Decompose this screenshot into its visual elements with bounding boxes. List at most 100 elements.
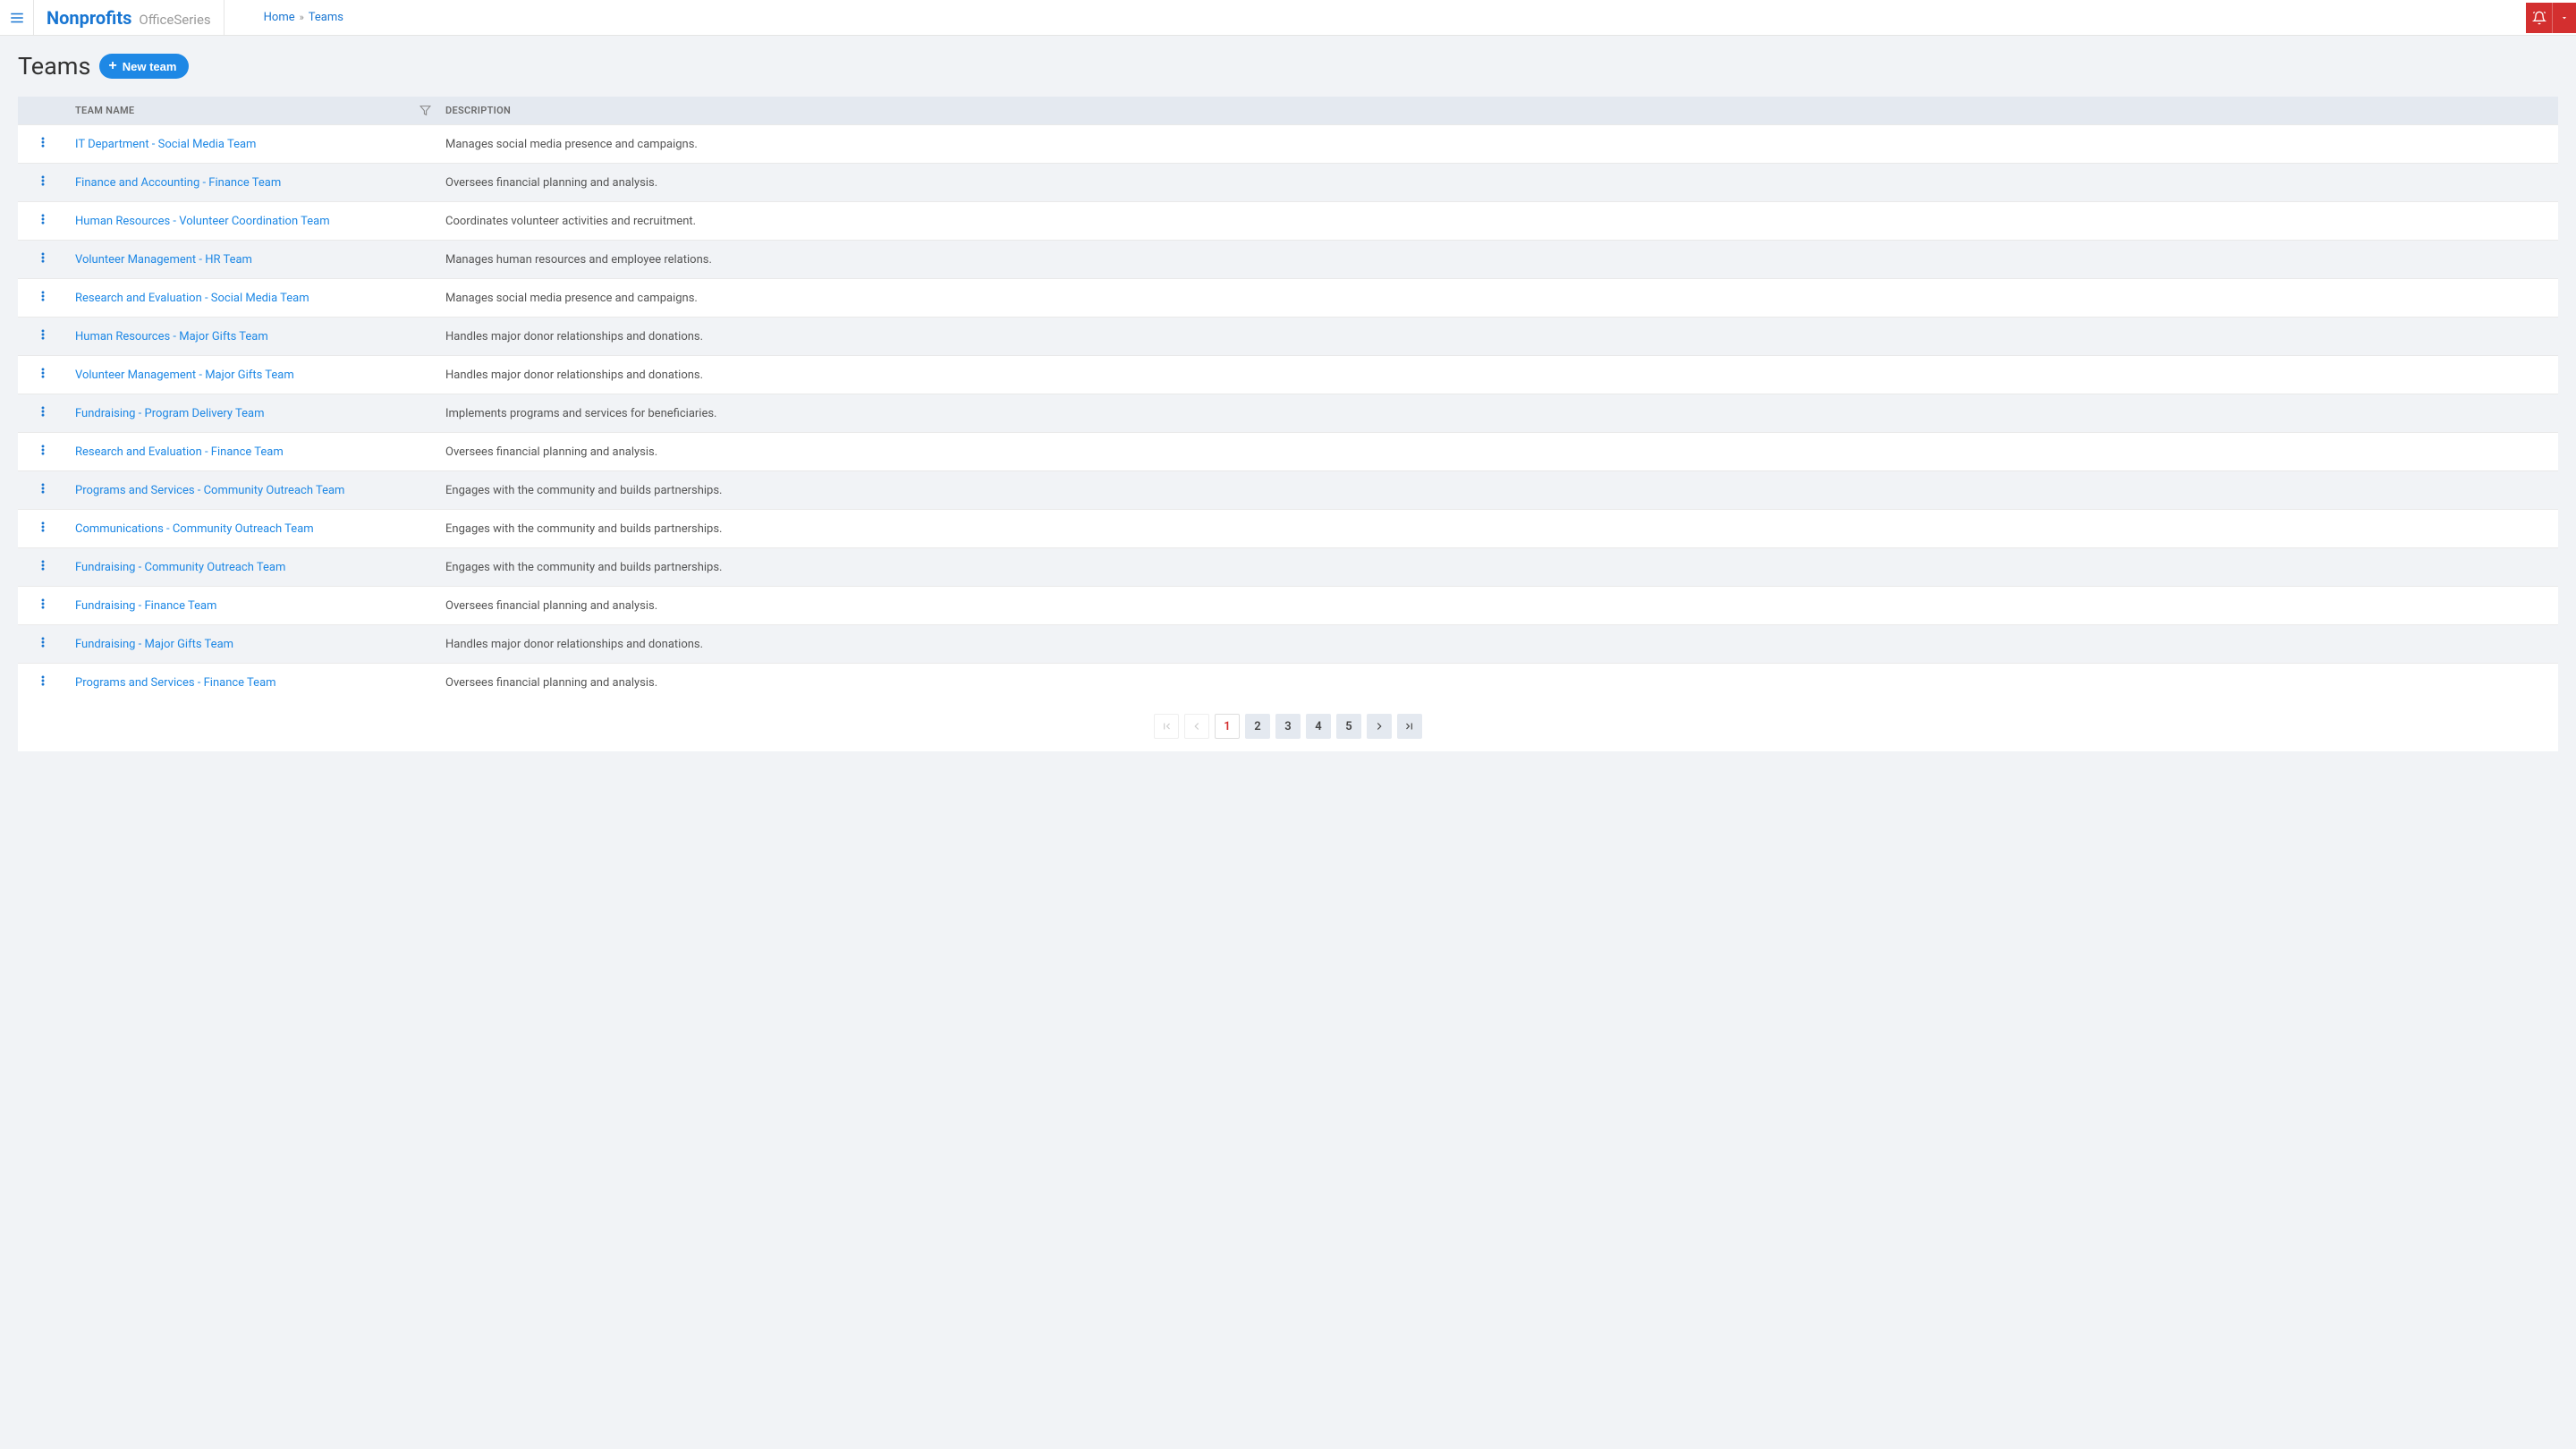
breadcrumb: Home » Teams [225,11,343,24]
caret-down-icon [2560,13,2569,22]
brand-primary: Nonprofits [47,0,131,36]
brand-secondary: OfficeSeries [139,2,210,38]
table-row: Research and Evaluation - Finance TeamOv… [18,433,2558,471]
row-actions-button[interactable] [18,433,68,471]
table-row: Fundraising - Program Delivery TeamImple… [18,394,2558,433]
brand[interactable]: Nonprofits OfficeSeries [34,0,225,36]
row-actions-button[interactable] [18,241,68,279]
row-actions-button[interactable] [18,587,68,625]
breadcrumb-current[interactable]: Teams [309,11,343,24]
more-vertical-icon [37,559,49,572]
user-dropdown-button[interactable] [2553,3,2576,33]
notifications-button[interactable] [2526,3,2553,33]
table-row: Programs and Services - Finance Team Over… [18,664,2558,702]
team-name-link[interactable]: Communications - Community Outreach Team [75,522,314,536]
team-description: Oversees financial planning and analysis… [438,664,2558,702]
team-name-link[interactable]: Programs and Services - Finance Team [75,676,276,690]
team-name-link[interactable]: Research and Evaluation - Social Media T… [75,292,309,305]
row-actions-button[interactable] [18,548,68,587]
team-name-link[interactable]: Fundraising - Major Gifts Team [75,638,233,651]
page-number-button[interactable]: 4 [1306,714,1331,739]
team-description: Handles major donor relationships and do… [438,318,2558,356]
breadcrumb-separator: » [300,12,304,23]
more-vertical-icon [37,251,49,264]
team-name-link[interactable]: Fundraising - Community Outreach Team [75,561,285,574]
team-name-link[interactable]: Finance and Accounting - Finance Team [75,176,281,190]
row-actions-button[interactable] [18,318,68,356]
row-actions-button[interactable] [18,664,68,702]
page-first-button [1154,714,1179,739]
row-actions-button[interactable] [18,202,68,241]
page-last-button[interactable] [1397,714,1422,739]
breadcrumb-home[interactable]: Home [264,11,295,24]
more-vertical-icon [37,213,49,225]
more-vertical-icon [37,636,49,648]
app-header: Nonprofits OfficeSeries Home » Teams [0,0,2576,36]
team-description: Manages social media presence and campai… [438,125,2558,164]
row-actions-button[interactable] [18,356,68,394]
more-vertical-icon [37,674,49,687]
row-actions-button[interactable] [18,125,68,164]
page-next-button[interactable] [1367,714,1392,739]
col-header-description: DESCRIPTION [438,97,2558,125]
row-actions-button[interactable] [18,394,68,433]
team-description: Engages with the community and builds pa… [438,471,2558,510]
page-number-button[interactable]: 2 [1245,714,1270,739]
team-description: Handles major donor relationships and do… [438,625,2558,664]
pagination: 12345 [18,701,2558,751]
first-page-icon [1160,720,1173,733]
table-row: Fundraising - Major Gifts Team Handles ma… [18,625,2558,664]
page-title: Teams [18,52,90,80]
page-body: Teams + New team TEAM NAME DESCRIPTION I… [0,36,2576,767]
team-description: Handles major donor relationships and do… [438,356,2558,394]
table-row: Human Resources - Volunteer Coordination… [18,202,2558,241]
row-actions-button[interactable] [18,510,68,548]
team-name-link[interactable]: Fundraising - Finance Team [75,599,216,613]
team-name-link[interactable]: IT Department - Social Media Team [75,138,256,151]
page-number-button[interactable]: 5 [1336,714,1361,739]
more-vertical-icon [37,405,49,418]
team-description: Manages social media presence and campai… [438,279,2558,318]
page-number-button[interactable]: 1 [1215,714,1240,739]
page-header: Teams + New team [18,52,2558,80]
last-page-icon [1403,720,1416,733]
row-actions-button[interactable] [18,279,68,318]
row-actions-button[interactable] [18,625,68,664]
more-vertical-icon [37,444,49,456]
team-description: Coordinates volunteer activities and rec… [438,202,2558,241]
more-vertical-icon [37,367,49,379]
filter-icon[interactable] [419,105,431,116]
more-vertical-icon [37,290,49,302]
row-actions-button[interactable] [18,164,68,202]
team-name-link[interactable]: Research and Evaluation - Finance Team [75,445,284,459]
col-header-name[interactable]: TEAM NAME [68,97,438,125]
team-name-link[interactable]: Volunteer Management - HR Team [75,253,252,267]
more-vertical-icon [37,174,49,187]
table-row: Fundraising - Finance TeamOversees finan… [18,587,2558,625]
more-vertical-icon [37,597,49,610]
team-name-link[interactable]: Programs and Services - Community Outrea… [75,484,344,497]
table-row: Volunteer Management - HR Team Manages hu… [18,241,2558,279]
team-name-link[interactable]: Human Resources - Volunteer Coordination… [75,215,330,228]
team-description: Manages human resources and employee rel… [438,241,2558,279]
more-vertical-icon [37,136,49,148]
teams-table: TEAM NAME DESCRIPTION IT Department - So… [18,97,2558,701]
more-vertical-icon [37,482,49,495]
new-team-label: New team [123,60,177,73]
new-team-button[interactable]: + New team [99,54,189,79]
header-actions [2526,3,2576,33]
page-number-button[interactable]: 3 [1275,714,1301,739]
col-header-name-label: TEAM NAME [75,105,134,116]
table-row: Programs and Services - Community Outrea… [18,471,2558,510]
team-name-link[interactable]: Human Resources - Major Gifts Team [75,330,268,343]
table-row: Research and Evaluation - Social Media T… [18,279,2558,318]
table-row: Human Resources - Major Gifts Team Handle… [18,318,2558,356]
table-row: Volunteer Management - Major Gifts Team H… [18,356,2558,394]
row-actions-button[interactable] [18,471,68,510]
team-name-link[interactable]: Fundraising - Program Delivery Team [75,407,265,420]
more-vertical-icon [37,521,49,533]
menu-button[interactable] [0,0,34,36]
bell-icon [2532,11,2546,25]
team-name-link[interactable]: Volunteer Management - Major Gifts Team [75,369,294,382]
table-row: IT Department - Social Media Team Manages… [18,125,2558,164]
